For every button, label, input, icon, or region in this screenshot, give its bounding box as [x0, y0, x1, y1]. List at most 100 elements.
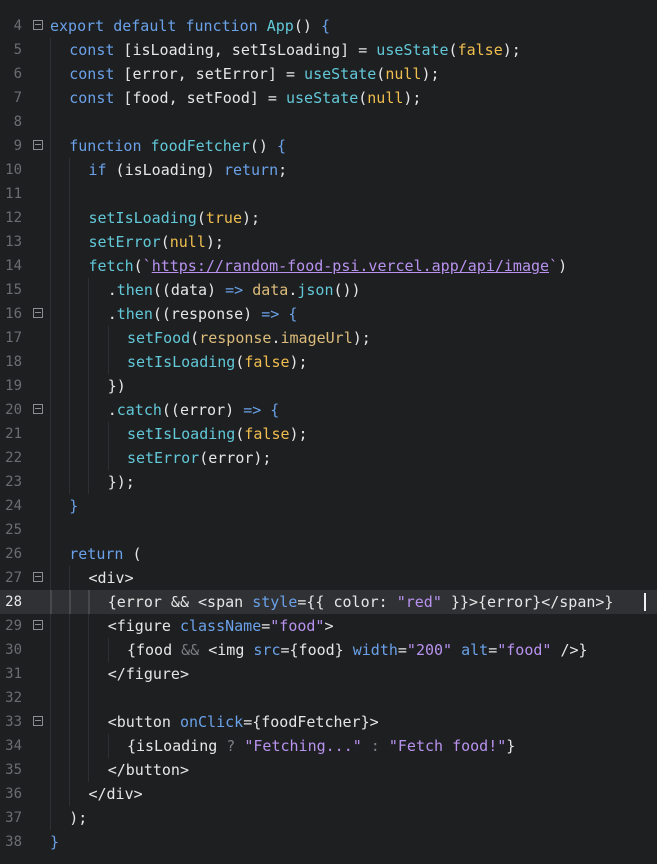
code-line[interactable]: 12 setIsLoading(true);: [0, 206, 657, 230]
code-token: {: [320, 17, 330, 35]
code-line[interactable]: 17 setFood(response.imageUrl);: [0, 326, 657, 350]
code-token: (: [376, 65, 386, 83]
code-token: }): [107, 377, 126, 395]
indent-guide: [50, 206, 51, 230]
code-token: null: [367, 89, 404, 107]
indent-guide: [50, 662, 51, 686]
code-token: useState: [304, 65, 377, 83]
code-editor[interactable]: 4 export default function App() {5 const […: [0, 0, 657, 864]
code-token: fetch: [88, 257, 134, 275]
code-line[interactable]: 24}: [0, 494, 657, 518]
indent-guide: [50, 254, 51, 278]
code-line[interactable]: 8: [0, 110, 657, 134]
code-token: ((response): [152, 305, 262, 323]
code-token: const: [69, 89, 115, 107]
code-token: null: [169, 233, 206, 251]
indent-guide: [88, 734, 90, 758]
code-line[interactable]: 16 .then((response) => {: [0, 302, 657, 326]
code-token: function: [185, 17, 258, 35]
code-token: useState: [285, 89, 359, 107]
fold-toggle-icon[interactable]: [33, 716, 43, 726]
code-token: :: [370, 737, 380, 755]
code-token: "Fetching...": [244, 737, 362, 755]
line-number: 10: [5, 162, 22, 178]
code-line[interactable]: 13 setError(null);: [0, 230, 657, 254]
line-number: 14: [5, 258, 22, 274]
code-line[interactable]: 26 return (: [0, 542, 657, 566]
code-line[interactable]: 11: [0, 182, 657, 206]
indent-guide: [50, 734, 51, 758]
indent-guide: [88, 278, 90, 302]
indent-guide: [50, 590, 52, 614]
line-number: 8: [13, 114, 22, 130]
code-token: (: [358, 89, 368, 107]
code-token: .: [107, 401, 117, 419]
code-token: =>: [261, 305, 280, 323]
code-line[interactable]: 10 if (isLoading) return;: [0, 158, 657, 182]
code-line[interactable]: 33 <button onClick={foodFetcher}>: [0, 710, 657, 734]
line-number: 18: [5, 354, 22, 370]
code-line[interactable]: 25: [0, 518, 657, 542]
code-token: (: [133, 257, 143, 275]
code-line[interactable]: 31 </figure>: [0, 662, 657, 686]
code-token: <button: [107, 713, 180, 731]
fold-toggle-icon[interactable]: [33, 20, 43, 30]
code-line[interactable]: 37);: [0, 806, 657, 830]
code-token: false: [244, 425, 290, 443]
code-text: }: [50, 830, 59, 854]
indent-guide: [50, 758, 51, 782]
code-token: setIsLoading: [126, 425, 236, 443]
code-token: catch: [116, 401, 162, 419]
code-line[interactable]: 22 setError(error);: [0, 446, 657, 470]
indent-guide: [50, 470, 51, 494]
code-line[interactable]: 38}: [0, 830, 657, 854]
code-line[interactable]: 21 setIsLoading(false);: [0, 422, 657, 446]
code-text: setFood(response.imageUrl);: [127, 326, 371, 350]
code-line[interactable]: 6 const [error, setError] = useState(null…: [0, 62, 657, 86]
code-token: setIsLoading: [126, 353, 236, 371]
code-token: const: [69, 65, 115, 83]
indent-guide: [50, 278, 51, 302]
code-token: [food, setFood] =: [114, 89, 286, 107]
code-line[interactable]: 14 fetch(`https://random-food-psi.vercel.…: [0, 254, 657, 278]
code-line[interactable]: 35 </button>: [0, 758, 657, 782]
code-line[interactable]: 30 {food && <img src={food} width="200" a…: [0, 638, 657, 662]
code-line[interactable]: 36 </div>: [0, 782, 657, 806]
code-token: `: [549, 257, 559, 275]
indent-guide: [50, 86, 51, 110]
code-token: return: [69, 545, 124, 563]
code-token: `: [142, 257, 152, 275]
fold-toggle-icon[interactable]: [33, 308, 43, 318]
code-line[interactable]: 23});: [0, 470, 657, 494]
code-line[interactable]: 19}): [0, 374, 657, 398]
code-text: });: [108, 470, 135, 494]
code-token: =: [397, 641, 407, 659]
fold-toggle-icon[interactable]: [33, 140, 43, 150]
code-line[interactable]: 4 export default function App() {: [0, 14, 657, 38]
code-line[interactable]: 27 <div>: [0, 566, 657, 590]
code-line[interactable]: 15 .then((data) => data.json()): [0, 278, 657, 302]
indent-guide: [50, 806, 51, 830]
code-line[interactable]: 7 const [food, setFood] = useState(null);: [0, 86, 657, 110]
code-line[interactable]: 5 const [isLoading, setIsLoading] = useSt…: [0, 38, 657, 62]
code-token: setError: [126, 449, 200, 467]
fold-toggle-icon[interactable]: [33, 572, 43, 582]
code-token: (): [293, 17, 321, 35]
code-line[interactable]: 20 .catch((error) => {: [0, 398, 657, 422]
fold-toggle-icon[interactable]: [33, 620, 43, 630]
code-token: json: [297, 281, 334, 299]
indent-guide: [88, 374, 90, 398]
code-line[interactable]: 29 <figure className="food">: [0, 614, 657, 638]
indent-guide: [69, 710, 71, 734]
code-line[interactable]: 32: [0, 686, 657, 710]
code-line[interactable]: 9 function foodFetcher() {: [0, 134, 657, 158]
line-number: 24: [5, 498, 22, 514]
code-token: src: [253, 641, 281, 659]
code-token: );: [289, 353, 308, 371]
code-line[interactable]: 28 {error && <span style={{ color: "red" …: [0, 590, 657, 614]
fold-toggle-icon[interactable]: [33, 404, 43, 414]
code-line[interactable]: 18 setIsLoading(false);: [0, 350, 657, 374]
code-line[interactable]: 34 {isLoading ? "Fetching..." : "Fetch fo…: [0, 734, 657, 758]
line-number: 15: [5, 282, 22, 298]
